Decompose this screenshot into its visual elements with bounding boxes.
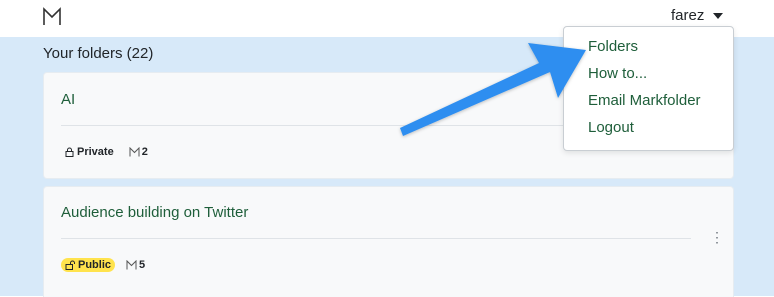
bookmark-count: 5: [126, 259, 145, 271]
unlock-icon: [65, 260, 75, 270]
folder-card: Audience building on Twitter ⋮ Public 5: [43, 186, 734, 297]
bookmark-count: 2: [129, 146, 148, 158]
caret-down-icon: [713, 12, 724, 19]
user-dropdown-menu: Folders How to... Email Markfolder Logou…: [563, 26, 734, 151]
visibility-label: Private: [77, 146, 114, 158]
visibility-badge: Public: [61, 258, 116, 272]
lock-icon: [65, 147, 74, 157]
bookmark-count-value: 5: [139, 259, 146, 271]
folder-meta: Public 5: [61, 258, 145, 272]
user-name: farez: [671, 7, 705, 24]
markfolder-logo-icon[interactable]: [42, 7, 62, 27]
visibility-badge: Private: [61, 145, 118, 159]
menu-item-how-to[interactable]: How to...: [588, 65, 647, 82]
folder-title[interactable]: AI: [61, 91, 75, 108]
folder-meta: Private 2: [61, 145, 148, 159]
bookmark-icon: [129, 147, 140, 157]
folders-heading: Your folders (22): [43, 45, 154, 62]
user-menu-toggle[interactable]: farez: [671, 7, 724, 24]
menu-item-folders[interactable]: Folders: [588, 38, 638, 55]
menu-item-logout[interactable]: Logout: [588, 119, 634, 136]
visibility-label: Public: [78, 259, 112, 271]
card-divider: [61, 238, 691, 239]
more-options-icon[interactable]: ⋮: [710, 230, 724, 244]
bookmark-count-value: 2: [141, 146, 148, 158]
bookmark-icon: [126, 260, 137, 270]
card-divider: [61, 125, 601, 126]
folder-title[interactable]: Audience building on Twitter: [61, 204, 248, 221]
menu-item-email-markfolder[interactable]: Email Markfolder: [588, 92, 701, 109]
